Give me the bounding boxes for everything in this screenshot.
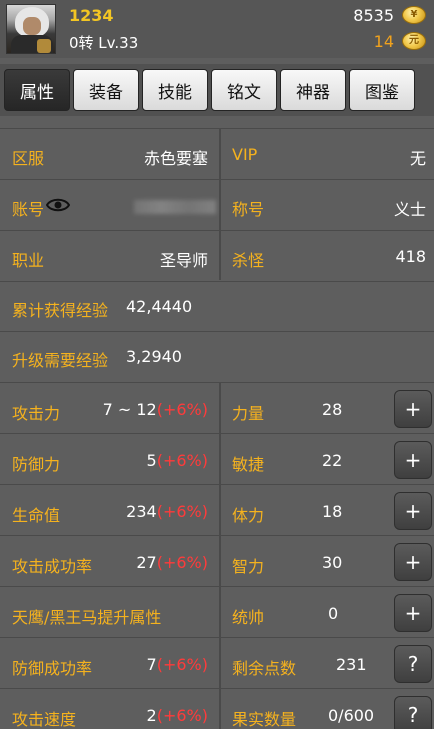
stat-label: 攻击速度: [12, 710, 77, 729]
help-button[interactable]: ?: [394, 696, 432, 729]
attr-label: 剩余点数: [232, 659, 297, 678]
add-point-button[interactable]: +: [394, 594, 432, 632]
attr-value: 231: [336, 655, 367, 674]
attr-label: 统帅: [232, 608, 265, 627]
add-point-button[interactable]: +: [394, 441, 432, 479]
title-label: 称号: [232, 200, 265, 219]
attr-value: 0: [328, 604, 339, 623]
need-exp-label: 升级需要经验: [12, 351, 109, 370]
attr-value: 18: [322, 502, 343, 521]
tab-inscriptions[interactable]: 铭文: [211, 69, 277, 111]
stat-bonus: (+6%): [156, 502, 208, 521]
stat-number: 2: [146, 706, 157, 725]
total-exp-label: 累计获得经验: [12, 301, 109, 320]
stat-number: 7: [146, 655, 157, 674]
job-value: 圣导师: [159, 251, 208, 270]
stat-label: 防御力: [12, 455, 61, 474]
info-row-job: 职业 圣导师 杀怪 418: [0, 230, 434, 281]
ingot-amount: 14: [373, 32, 394, 51]
stat-bonus: (+6%): [156, 400, 208, 419]
stat-row: 生命值 234(+6%) 体力 18 +: [0, 484, 434, 535]
stat-value: 7(+6%): [147, 655, 208, 674]
stat-label: 天鹰/黑王马提升属性: [12, 608, 162, 627]
stat-number: 7 ~ 12: [102, 400, 157, 419]
attr-label: 力量: [232, 404, 265, 423]
stat-row: 防御力 5(+6%) 敏捷 22 +: [0, 433, 434, 484]
add-point-button[interactable]: +: [394, 492, 432, 530]
add-point-button[interactable]: +: [394, 543, 432, 581]
stat-row: 攻击成功率 27(+6%) 智力 30 +: [0, 535, 434, 586]
attr-value: 30: [322, 553, 343, 572]
stat-label: 攻击成功率: [12, 557, 93, 576]
stat-row: 防御成功率 7(+6%) 剩余点数 231 ?: [0, 637, 434, 688]
info-row-server: 区服 赤色要塞 VIP 无: [0, 128, 434, 179]
stat-bonus: (+6%): [156, 553, 208, 572]
server-value: 赤色要塞: [143, 149, 208, 168]
stat-row: 天鹰/黑王马提升属性 统帅 0 +: [0, 586, 434, 637]
attr-value: 28: [322, 400, 343, 419]
stat-value: 5(+6%): [147, 451, 208, 470]
stat-value: 2(+6%): [147, 706, 208, 725]
player-name: 1234: [69, 6, 114, 25]
info-row-account: 账号 称号 义士: [0, 179, 434, 230]
attr-value: 22: [322, 451, 343, 470]
ingot-icon: 元: [402, 32, 426, 50]
total-exp-value: 42,4440: [126, 297, 193, 316]
tab-codex[interactable]: 图鉴: [349, 69, 415, 111]
stat-label: 防御成功率: [12, 659, 93, 678]
stat-bonus: (+6%): [156, 451, 208, 470]
kills-label: 杀怪: [232, 251, 265, 270]
attr-value: 0/600: [328, 706, 375, 725]
player-level: 0转 Lv.33: [69, 34, 139, 52]
attr-label: 智力: [232, 557, 265, 576]
eye-icon[interactable]: [45, 197, 71, 213]
stat-bonus: (+6%): [156, 706, 208, 725]
tab-equipment[interactable]: 装备: [73, 69, 139, 111]
vip-label: VIP: [232, 145, 258, 164]
tab-bar: 属性 装备 技能 铭文 神器 图鉴: [0, 64, 434, 116]
attr-label: 体力: [232, 506, 265, 525]
attr-label: 果实数量: [232, 710, 297, 729]
account-label: 账号: [12, 200, 45, 219]
stat-value: 234(+6%): [126, 502, 208, 521]
account-value-redacted: [134, 200, 216, 214]
vip-value: 无: [409, 149, 426, 168]
tab-skills[interactable]: 技能: [142, 69, 208, 111]
stat-number: 234: [126, 502, 157, 521]
money-amount: 8535: [353, 6, 394, 25]
server-label: 区服: [12, 149, 45, 168]
stat-value: 27(+6%): [136, 553, 208, 572]
info-row-total-exp: 累计获得经验 42,4440: [0, 281, 434, 331]
stat-number: 5: [146, 451, 157, 470]
info-row-need-exp: 升级需要经验 3,2940: [0, 331, 434, 381]
player-header: 1234 0转 Lv.33 8535 ¥ 14 元: [0, 0, 434, 58]
stat-label: 攻击力: [12, 404, 61, 423]
stat-row: 攻击速度 2(+6%) 果实数量 0/600 ?: [0, 688, 434, 729]
job-label: 职业: [12, 251, 45, 270]
stat-bonus: (+6%): [156, 655, 208, 674]
stat-value: 7 ~ 12(+6%): [103, 400, 208, 419]
kills-value: 418: [395, 247, 426, 266]
stat-number: 27: [136, 553, 157, 572]
tab-attributes[interactable]: 属性: [4, 69, 70, 111]
need-exp-value: 3,2940: [126, 347, 182, 366]
avatar[interactable]: [6, 4, 56, 54]
title-value: 义士: [393, 200, 426, 219]
gold-coin-icon: ¥: [402, 6, 426, 24]
stat-label: 生命值: [12, 506, 61, 525]
add-point-button[interactable]: +: [394, 390, 432, 428]
help-button[interactable]: ?: [394, 645, 432, 683]
stat-row: 攻击力 7 ~ 12(+6%) 力量 28 +: [0, 382, 434, 433]
attr-label: 敏捷: [232, 455, 265, 474]
tab-artifacts[interactable]: 神器: [280, 69, 346, 111]
